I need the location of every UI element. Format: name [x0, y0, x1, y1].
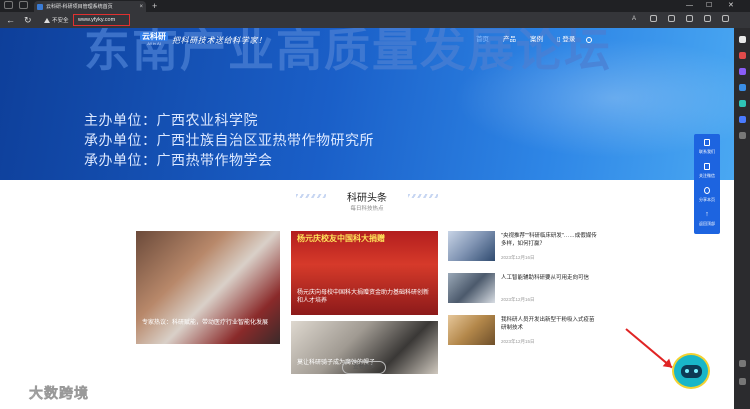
back-to-top-label: 返回顶部	[699, 221, 715, 226]
nav-home[interactable]: 首页	[476, 35, 489, 45]
robot-eye-icon	[694, 369, 698, 373]
back-icon[interactable]: ←	[6, 14, 15, 26]
follow-wechat-label: 关注微信	[699, 173, 715, 178]
profile-icon[interactable]	[4, 1, 13, 9]
web-page: 东南产业高质量发展论坛 主办单位：广西农业科学院 承办单位：广西壮族自治区亚热带…	[0, 28, 734, 409]
refresh-icon[interactable]: ↻	[24, 14, 32, 26]
extensions-icon[interactable]	[704, 15, 711, 22]
mobile-icon	[704, 163, 710, 170]
shopping-icon[interactable]	[739, 52, 746, 59]
read-aloud-icon[interactable]: A	[632, 14, 636, 25]
close-window-button[interactable]: ✕	[728, 0, 734, 11]
maximize-button[interactable]: ☐	[706, 0, 712, 11]
hero-banner: 东南产业高质量发展论坛 主办单位：广西农业科学院 承办单位：广西壮族自治区亚热带…	[0, 28, 734, 180]
minimize-button[interactable]: —	[686, 0, 693, 11]
list-title: 我科研人员开发出新型干粉吸入式疫苗研制技术	[501, 317, 595, 331]
contact-us-button[interactable]: 联系我们	[694, 136, 720, 160]
hero-org-1: 主办单位：广西农业科学院	[84, 113, 258, 129]
watermark-logo-icon: K	[4, 384, 26, 402]
news-photo	[136, 231, 280, 344]
news-caption: 杨元庆向母校中国科大捐赠资金助力基础科研创新和人才培养	[297, 290, 430, 304]
favorite-icon[interactable]	[650, 15, 657, 22]
site-slogan: 把科研技术送给科学家！	[172, 36, 267, 45]
tab-close-icon[interactable]: ×	[139, 4, 143, 10]
list-date: 2023年12月16日	[501, 255, 535, 260]
hero-org-3: 承办单位：广西热带作物学会	[84, 153, 273, 169]
floating-toolbar: 联系我们 关注微信 分享本页 ↑ 返回顶部	[694, 134, 720, 234]
site-header: 云科研 All.in.AI 把科研技术送给科学家！ 首页 产品 案例 ▯ 登录	[140, 32, 610, 50]
tab-title: 云科研-科研项目管理系统首页	[46, 4, 113, 10]
favicon-icon	[37, 3, 43, 10]
list-thumb	[448, 273, 495, 303]
list-thumb	[448, 231, 495, 261]
nav-cases[interactable]: 案例	[530, 35, 543, 45]
list-thumb	[448, 315, 495, 345]
view-more-button[interactable]: 查看更多	[342, 361, 386, 374]
split-screen-icon[interactable]	[668, 15, 675, 22]
hero-org-2: 承办单位：广西壮族自治区亚热带作物研究所	[84, 133, 374, 149]
logo-text: 云科研	[140, 32, 168, 41]
contact-us-label: 联系我们	[699, 149, 715, 154]
add-sidebar-icon[interactable]	[739, 132, 746, 139]
robot-face	[681, 365, 702, 378]
browser-tab-bar: 云科研-科研项目管理系统首页 × + — ☐ ✕	[0, 0, 750, 12]
search-sidebar-icon[interactable]	[739, 36, 746, 43]
list-date: 2023年12月16日	[501, 297, 535, 302]
list-item[interactable]: 我科研人员开发出新型干粉吸入式疫苗研制技术 2023年12月15日	[448, 315, 598, 351]
news-banner-text: 杨元庆校友中国科大捐赠	[297, 234, 385, 243]
list-title: 人工智能辅助科研要从可用走向可信	[501, 275, 590, 281]
new-tab-button[interactable]: +	[152, 1, 157, 11]
list-item[interactable]: 人工智能辅助科研要从可用走向可信 2023年12月16日	[448, 273, 598, 309]
collections-icon[interactable]	[686, 15, 693, 22]
arrow-up-icon: ↑	[705, 211, 709, 218]
window-tools	[4, 1, 28, 9]
office-icon[interactable]	[739, 100, 746, 107]
nav-login[interactable]: ▯ 登录	[557, 35, 575, 45]
site-logo[interactable]: 云科研 All.in.AI	[140, 32, 168, 46]
follow-wechat-button[interactable]: 关注微信	[694, 160, 720, 184]
tab-actions-icon[interactable]	[19, 1, 28, 9]
news-card-large[interactable]: 专家热议：科研赋能，带动医疗行业智能化发展	[136, 231, 280, 344]
robot-eye-icon	[685, 369, 689, 373]
address-bar: ← ↻ 不安全 www.yfyky.com A	[0, 12, 750, 28]
news-caption: 专家热议：科研赋能，带动医疗行业智能化发展	[142, 320, 269, 326]
list-date: 2023年12月15日	[501, 339, 535, 344]
games-icon[interactable]	[739, 84, 746, 91]
search-icon[interactable]	[586, 37, 592, 43]
watermark-text: 大数跨境	[29, 385, 89, 402]
outlook-icon[interactable]	[739, 116, 746, 123]
sidebar-hide-icon[interactable]	[739, 378, 746, 385]
security-indicator[interactable]: 不安全	[44, 15, 69, 25]
url-input[interactable]: www.yfyky.com	[73, 14, 130, 26]
chat-assistant-robot-icon[interactable]	[672, 353, 710, 389]
browser-sidebar	[734, 28, 750, 409]
browser-tab[interactable]: 云科研-科研项目管理系统首页 ×	[34, 1, 146, 12]
phone-icon	[704, 139, 710, 146]
logo-subtext: All.in.AI	[147, 41, 161, 46]
main-nav: 首页 产品 案例 ▯ 登录	[476, 35, 589, 45]
warning-icon	[44, 17, 50, 23]
section-subtitle: 每日科技热点	[350, 206, 384, 212]
sidebar-settings-icon[interactable]	[739, 360, 746, 367]
watermark: K 大数跨境	[4, 383, 89, 403]
list-title: "央视推荐""科研临床研发"……成假媒传多样，如何打赢？	[501, 233, 597, 247]
news-card-top[interactable]: 杨元庆校友中国科大捐赠 杨元庆向母校中国科大捐赠资金助力基础科研创新和人才培养	[291, 231, 438, 315]
security-label: 不安全	[52, 18, 69, 24]
section-title: 科研头条	[347, 193, 387, 204]
more-menu-icon[interactable]	[722, 15, 729, 22]
nav-products[interactable]: 产品	[503, 35, 516, 45]
tools-icon[interactable]	[739, 68, 746, 75]
list-item[interactable]: "央视推荐""科研临床研发"……成假媒传多样，如何打赢？ 2023年12月16日	[448, 231, 598, 267]
